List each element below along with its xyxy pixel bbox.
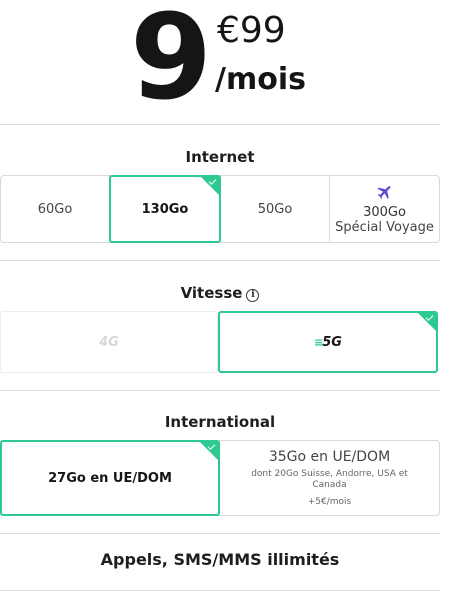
price-display: 9 €99 /mois (0, 0, 460, 124)
price-unit: /mois (215, 62, 306, 97)
speed-lines-icon: ≡ (314, 335, 323, 349)
speed-option-5g[interactable]: ≡ 5G (218, 311, 438, 373)
internet-option-50go[interactable]: 50Go (221, 176, 329, 242)
speed-option-4g[interactable]: 4G (0, 311, 218, 373)
plane-icon (377, 186, 390, 199)
international-option-27go[interactable]: 27Go en UE/DOM (0, 440, 220, 516)
info-icon[interactable]: i (246, 289, 260, 302)
divider (0, 124, 440, 125)
option-label: 27Go en UE/DOM (48, 470, 172, 486)
5g-logo: ≡ 5G (314, 335, 342, 350)
internet-options: 60Go 130Go 50Go 300Go Spécial Voyage (0, 175, 440, 243)
international-section-title: International (164, 413, 276, 431)
option-extra-price: +5€/mois (307, 497, 352, 507)
price-integer: 9 (130, 0, 212, 126)
divider (0, 533, 440, 534)
speed-section-title: Vitesse i (0, 284, 440, 302)
divider (0, 390, 440, 391)
selected-check-icon (200, 442, 218, 460)
option-label: 130Go (141, 201, 189, 217)
5g-label: 5G (322, 334, 342, 350)
calls-sms-label: Appels, SMS/MMS illimités (100, 550, 340, 569)
internet-section-title: Internet (185, 148, 255, 166)
option-label: 300Go (363, 205, 406, 220)
internet-option-60go[interactable]: 60Go (1, 176, 109, 242)
speed-title-text: Vitesse (180, 284, 243, 302)
divider (0, 260, 440, 261)
option-label: 60Go (37, 201, 73, 217)
option-detail: dont 20Go Suisse, Andorre, USA et Canada (251, 469, 408, 490)
option-sublabel: Spécial Voyage (335, 220, 434, 235)
selected-check-icon (201, 177, 219, 195)
international-options: 27Go en UE/DOM 35Go en UE/DOM dont 20Go … (0, 440, 440, 516)
internet-option-300go-voyage[interactable]: 300Go Spécial Voyage (329, 176, 439, 242)
option-label: 50Go (257, 201, 293, 217)
option-label: 35Go en UE/DOM (268, 449, 391, 465)
selected-check-icon (418, 313, 436, 331)
internet-option-130go[interactable]: 130Go (109, 175, 221, 243)
price-decimal: €99 (217, 10, 286, 51)
4g-logo: 4G (99, 334, 119, 350)
speed-options: 4G ≡ 5G (0, 311, 440, 373)
divider (0, 590, 440, 591)
international-option-35go[interactable]: 35Go en UE/DOM dont 20Go Suisse, Andorre… (220, 441, 439, 515)
